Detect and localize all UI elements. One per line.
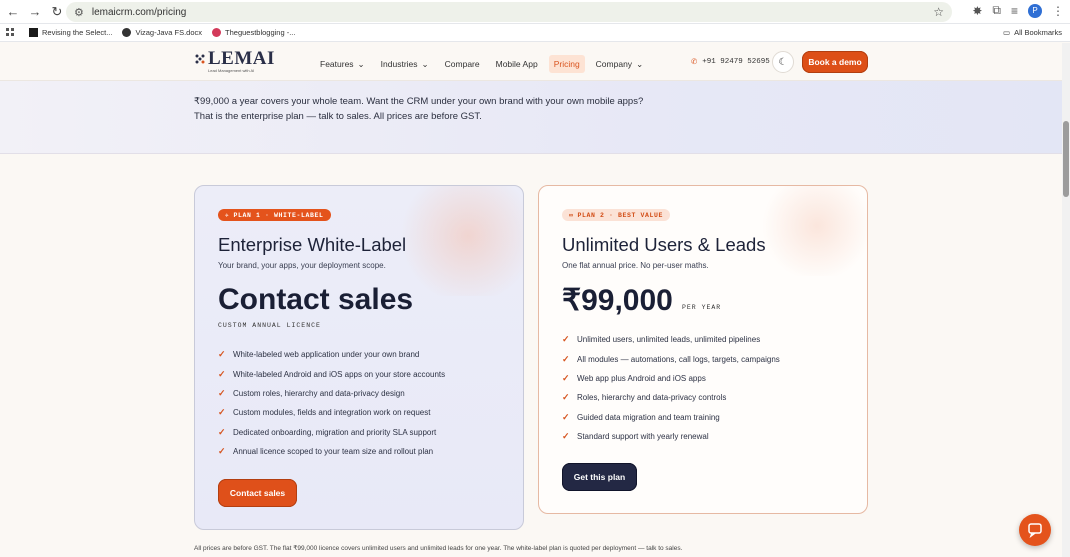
check-icon: ✓ [562,392,570,403]
hero-line-2: That is the enterprise plan — talk to sa… [194,111,482,122]
check-icon: ✓ [218,368,226,379]
check-icon: ✓ [218,426,226,437]
bookmark-favicon [122,28,132,37]
feature-item: ✓ White-labeled Android and iOS apps on y… [218,368,446,379]
nav-company[interactable]: Company ⌄ [596,59,644,70]
check-icon: ✓ [218,407,226,418]
back-icon[interactable]: ← [2,1,24,23]
bookmark-favicon [212,28,222,37]
nav-compare[interactable]: Compare [445,59,480,69]
page-scrollbar[interactable] [1062,43,1070,557]
site-info-icon[interactable]: ⚙ [74,6,84,19]
contact-sales-button[interactable]: Contact sales [218,479,297,507]
hero-line-1: ₹99,000 a year covers your whole team. W… [194,96,644,107]
plan-title: Enterprise White-Label [218,234,407,255]
check-icon: ✓ [218,387,226,398]
infinity-icon: ∞ [569,211,574,219]
plan-badge: ∞ PLAN 2 · BEST VALUE [562,209,671,221]
check-icon: ✓ [562,411,570,422]
folder-icon: ▭ [1002,28,1011,37]
feature-item: ✓ Standard support with yearly renewal [562,431,709,442]
get-plan-button[interactable]: Get this plan [562,463,637,491]
site-header: LEMAI Lead Management with AI Features ⌄ … [0,43,1062,81]
chevron-down-icon: ⌄ [421,58,429,69]
plan-subtitle: One flat annual price. No per-user maths… [562,261,709,270]
check-icon: ✓ [562,372,570,383]
logo[interactable]: LEMAI Lead Management with AI [194,48,275,73]
plan-title: Unlimited Users & Leads [562,234,766,255]
scrollbar-thumb[interactable] [1063,121,1069,197]
feature-item: ✓ Dedicated onboarding, migration and pri… [218,426,437,437]
plan-price: ₹99,000 [562,284,673,317]
nav-industries[interactable]: Industries ⌄ [381,59,429,70]
bookmark-item[interactable]: Theguestblogging -... [212,28,295,37]
all-bookmarks[interactable]: ▭ All Bookmarks [1003,28,1062,37]
media-icon[interactable]: ≡ [1011,4,1018,18]
rocket-icon: ✈ [225,212,230,219]
pricing-footnote: All prices are before GST. The flat ₹99,… [194,545,683,552]
profile-avatar[interactable]: P [1028,3,1042,18]
plan-feature-list: ✓ Unlimited users, unlimited leads, unlim… [562,330,780,446]
phone-icon: ✆ [691,57,698,66]
plan-badge: ✈ PLAN 1 · WHITE-LABEL [218,209,331,221]
logo-tagline: Lead Management with AI [208,68,255,73]
plan-price: Contact sales [218,283,414,316]
url-text: lemaicrm.com/pricing [91,6,187,18]
feature-item: ✓ Annual licence scoped to your team size… [218,446,434,457]
extensions-puzzle-icon[interactable]: ⧉ [992,3,1001,18]
check-icon: ✓ [218,349,226,360]
plan-feature-list: ✓ White-labeled web application under you… [218,345,445,461]
reload-icon[interactable]: ↻ [46,1,68,23]
nav-pricing[interactable]: Pricing [548,55,585,73]
bookmark-favicon [29,28,38,37]
bookmarks-bar: Revising the Select... Vizag-Java FS.doc… [0,24,1070,42]
chevron-down-icon: ⌄ [357,58,365,69]
theme-toggle-moon-icon[interactable]: ☾ [772,51,794,73]
feature-item: ✓ Web app plus Android and iOS apps [562,372,706,383]
plan-subtitle: Your brand, your apps, your deployment s… [218,261,386,270]
chevron-down-icon: ⌄ [636,58,644,69]
nav-features[interactable]: Features ⌄ [320,59,365,70]
book-demo-button[interactable]: Book a demo [802,51,868,73]
feature-item: ✓ White-labeled web application under you… [218,349,420,360]
browser-toolbar: ← → ↻ ⚙ lemaicrm.com/pricing ☆ ✸ ⧉ ≡ P ⋮ [0,0,1070,24]
nav-mobile-app[interactable]: Mobile App [496,59,538,69]
logo-mark-icon [195,54,205,64]
logo-text: LEMAI [208,48,275,69]
bookmark-item[interactable]: Revising the Select... [29,28,112,37]
bookmark-star-icon[interactable]: ☆ [933,5,944,19]
feature-item: ✓ All modules — automations, call logs, t… [562,353,780,364]
menu-kebab-icon[interactable]: ⋮ [1052,4,1064,18]
bookmark-item[interactable]: Vizag-Java FS.docx [122,28,202,37]
feature-item: ✓ Custom roles, hierarchy and data-privac… [218,387,405,398]
feature-item: ✓ Custom modules, fields and integration … [218,407,431,418]
feature-item: ✓ Unlimited users, unlimited leads, unlim… [562,334,761,345]
check-icon: ✓ [562,431,570,442]
address-bar[interactable]: ⚙ lemaicrm.com/pricing ☆ [66,2,952,22]
apps-grid-icon[interactable] [6,28,15,37]
plan-card-unlimited: ∞ PLAN 2 · BEST VALUE Unlimited Users & … [538,185,868,514]
chat-bubble-icon [1028,523,1042,538]
hero-band: ₹99,000 a year covers your whole team. W… [0,81,1062,154]
phone-link[interactable]: ✆ +91 92479 52695 [691,57,770,66]
check-icon: ✓ [218,446,226,457]
extension-icon[interactable]: ✸ [972,4,982,18]
check-icon: ✓ [562,334,570,345]
feature-item: ✓ Roles, hierarchy and data-privacy contr… [562,392,727,403]
main-nav: Features ⌄ Industries ⌄ Compare Mobile App… [320,55,659,73]
feature-item: ✓ Guided data migration and team training [562,411,720,422]
plan-price-suffix: PER YEAR [682,304,722,311]
plan-price-note: CUSTOM ANNUAL LICENCE [218,322,321,329]
check-icon: ✓ [562,353,570,364]
plan-card-enterprise: ✈ PLAN 1 · WHITE-LABEL Enterprise White-… [194,185,524,530]
forward-icon[interactable]: → [24,1,46,23]
chat-widget-button[interactable] [1019,514,1051,546]
